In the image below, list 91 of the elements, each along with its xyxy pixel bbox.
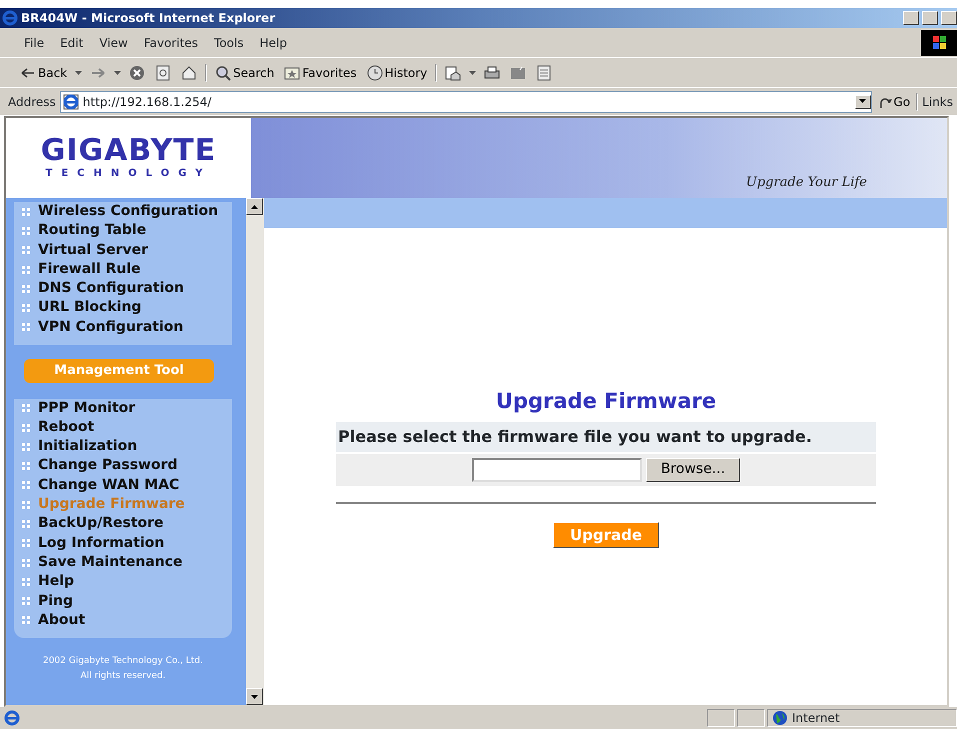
stop-icon	[129, 64, 146, 80]
menu-item[interactable]: Help	[254, 34, 293, 52]
sidebar-item[interactable]: Help	[22, 572, 74, 592]
status-pane	[707, 709, 735, 727]
menu-item[interactable]: Tools	[208, 34, 250, 52]
links-button[interactable]: Links	[922, 92, 953, 110]
mail-icon	[445, 64, 462, 80]
minimize-button[interactable]	[903, 11, 919, 25]
browse-button[interactable]: Browse...	[646, 458, 740, 482]
magnifier-icon	[215, 64, 232, 80]
bullet-icon	[22, 481, 30, 490]
bullet-icon	[22, 558, 30, 567]
sidebar-item[interactable]: DNS Configuration	[22, 279, 184, 298]
sidebar-item[interactable]: Wireless Configuration	[22, 202, 218, 222]
address-field[interactable]: http://192.168.1.254/	[60, 90, 872, 112]
window-title: BR404W - Microsoft Internet Explorer	[21, 10, 276, 27]
close-button[interactable]	[941, 11, 957, 25]
bullet-icon	[22, 246, 30, 254]
bullet-icon	[22, 226, 30, 235]
page-icon	[62, 94, 79, 110]
favorites-button[interactable]: Favorites	[282, 64, 359, 82]
bullet-icon	[22, 616, 30, 624]
page-heading: Upgrade Firmware	[496, 388, 716, 415]
bullet-icon	[22, 597, 30, 606]
sidebar-item[interactable]: Ping	[22, 592, 74, 611]
file-path-field[interactable]	[472, 458, 642, 482]
bullet-icon	[22, 266, 30, 274]
windows-logo-icon	[921, 30, 957, 56]
printer-icon	[484, 64, 500, 80]
search-button[interactable]: Search	[213, 64, 276, 82]
menu-item[interactable]: Favorites	[138, 34, 204, 52]
bullet-icon	[22, 323, 30, 332]
bullet-icon	[22, 520, 30, 528]
restore-button[interactable]	[922, 11, 938, 25]
history-button[interactable]: History	[364, 64, 430, 82]
bullet-icon	[22, 462, 30, 470]
instruction-text: Please select the firmware file you want to upgrade.	[336, 422, 876, 452]
bullet-icon	[22, 424, 30, 432]
go-button[interactable]: Go	[876, 92, 912, 110]
sidebar-item[interactable]: BackUp/Restore	[22, 514, 164, 534]
up-arrow-icon	[251, 204, 258, 208]
sidebar-item[interactable]: VPN Configuration	[22, 318, 184, 338]
star-folder-icon	[284, 64, 300, 80]
clock-icon	[366, 64, 383, 80]
sidebar-item[interactable]: Firewall Rule	[22, 260, 141, 280]
copyright-text: 2002 Gigabyte Technology Co., Ltd. All rights reserved.	[42, 655, 204, 684]
bullet-icon	[22, 539, 30, 548]
sidebar-item[interactable]: Virtual Server	[22, 240, 148, 260]
status-pane	[737, 709, 765, 727]
bullet-icon	[22, 208, 30, 216]
home-icon	[181, 64, 198, 80]
sidebar-item[interactable]: Change Password	[22, 456, 178, 476]
dropdown-arrow-icon	[469, 70, 476, 74]
bullet-icon	[22, 404, 30, 412]
sidebar-item[interactable]: URL Blocking	[22, 298, 142, 318]
menu-item[interactable]: File	[18, 34, 50, 52]
address-label: Address	[8, 94, 56, 110]
zone-label: Internet	[792, 710, 840, 727]
mail-button[interactable]	[443, 64, 464, 80]
bullet-icon	[22, 578, 30, 586]
bullet-icon	[22, 442, 30, 451]
sidebar-item[interactable]: About	[22, 610, 86, 630]
scrollbar[interactable]	[246, 198, 264, 705]
sidebar-item[interactable]: Change WAN MAC	[22, 476, 180, 496]
menu-item[interactable]: Edit	[54, 34, 90, 52]
back-button[interactable]: Back	[18, 64, 70, 82]
document-icon	[536, 64, 552, 80]
logo-text: GIGABYTE	[40, 136, 216, 166]
sidebar-item[interactable]: Log Information	[22, 534, 164, 553]
menu-item[interactable]: View	[93, 34, 134, 52]
bullet-icon	[22, 284, 30, 293]
print-button[interactable]	[482, 64, 502, 80]
refresh-icon	[155, 64, 172, 80]
logo-subtitle: TECHNOLOGY	[46, 166, 212, 180]
tagline: Upgrade Your Life	[746, 174, 867, 192]
bullet-icon	[22, 304, 30, 312]
edit-icon	[510, 64, 526, 80]
caret-icon	[859, 98, 866, 103]
bullet-icon	[22, 500, 30, 509]
sidebar-item[interactable]: Save Maintenance	[22, 552, 183, 572]
dropdown-arrow-icon	[75, 70, 82, 74]
down-arrow-icon	[251, 694, 258, 698]
sidebar-item[interactable]: PPP Monitor	[22, 398, 136, 418]
browser-icon	[2, 10, 18, 26]
globe-icon	[772, 710, 788, 726]
dropdown-button[interactable]	[854, 94, 871, 108]
sidebar-item[interactable]: Routing Table	[22, 221, 146, 241]
dropdown-arrow-icon	[114, 70, 122, 74]
sidebar-item[interactable]: Reboot	[22, 418, 94, 438]
page-icon	[4, 710, 20, 726]
sidebar-item[interactable]: Initialization	[22, 437, 138, 456]
